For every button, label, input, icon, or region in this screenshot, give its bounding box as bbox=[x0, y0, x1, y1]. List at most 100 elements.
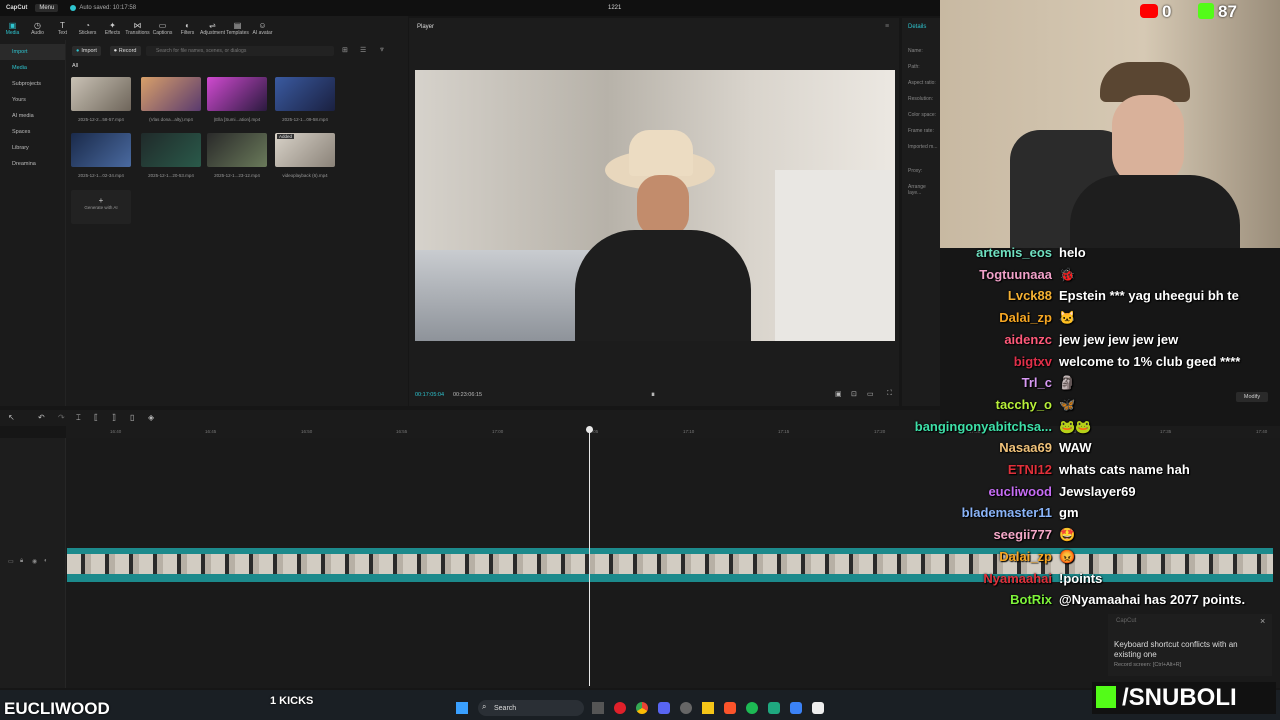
discord-icon[interactable] bbox=[658, 702, 670, 714]
split-icon[interactable]: ⌶ bbox=[76, 413, 81, 423]
current-timecode: 00:17:05:04 bbox=[415, 392, 445, 398]
tool-captions[interactable]: ▭ Captions bbox=[150, 16, 175, 40]
media-thumbnail[interactable] bbox=[275, 77, 335, 111]
taskbar-search[interactable]: ⌕ Search bbox=[478, 700, 584, 716]
tool-ai-avatar[interactable]: ☺ AI avatar bbox=[250, 16, 275, 40]
capcut-icon[interactable] bbox=[812, 702, 824, 714]
trim-left-icon[interactable]: ⟦ bbox=[94, 413, 98, 422]
sort-icon[interactable]: ☰ bbox=[360, 46, 366, 54]
sticker-icon: ◔ bbox=[85, 20, 90, 30]
detail-field: Path: bbox=[908, 64, 920, 70]
select-tool-icon[interactable]: ↖ bbox=[8, 413, 15, 422]
menu-button[interactable]: Menu bbox=[35, 4, 59, 12]
sidebar-item-subprojects[interactable]: Subprojects bbox=[0, 76, 65, 92]
media-thumbnail[interactable] bbox=[207, 133, 267, 167]
mute-icon[interactable]: ◐ bbox=[44, 558, 48, 564]
generate-with-ai-button[interactable]: + Generate with AI bbox=[71, 190, 131, 224]
track-cover-icon[interactable]: ▭ bbox=[8, 558, 14, 565]
tool-filters[interactable]: ◐ Filters bbox=[175, 16, 200, 40]
sidebar-item-media[interactable]: Media bbox=[0, 60, 65, 76]
chat-username: Nasaa69 bbox=[999, 440, 1052, 456]
delete-icon[interactable]: ▯ bbox=[130, 413, 134, 422]
taskview-icon[interactable] bbox=[592, 702, 604, 714]
tool-transitions[interactable]: ⋈ Transitions bbox=[125, 16, 150, 40]
timeline-ruler[interactable]: 16:40 16:45 16:50 16:55 17:00 17:05 17:1… bbox=[66, 426, 1280, 438]
undo-icon[interactable]: ↶ bbox=[38, 413, 45, 422]
pause-icon[interactable]: ⏸ bbox=[651, 390, 655, 400]
sidebar-item-dreamina[interactable]: Dreamina bbox=[0, 156, 65, 172]
detail-field: Resolution: bbox=[908, 96, 934, 102]
tool-text[interactable]: T Text bbox=[50, 16, 75, 40]
chat-username: bangingonyabitchsa... bbox=[914, 418, 1052, 434]
notification-toast: CapCut × Keyboard shortcut conflicts wit… bbox=[1108, 614, 1272, 676]
marker-icon[interactable]: ◈ bbox=[148, 413, 154, 422]
spotify-icon[interactable] bbox=[746, 702, 758, 714]
tool-media[interactable]: ▣ Media bbox=[0, 16, 25, 40]
filter-dropdown-icon[interactable]: ⩔ bbox=[380, 46, 384, 54]
playhead[interactable] bbox=[586, 426, 593, 686]
lock-icon[interactable]: 🔒︎ bbox=[20, 558, 23, 565]
close-icon[interactable]: × bbox=[1260, 616, 1265, 626]
brave-icon[interactable] bbox=[724, 702, 736, 714]
shelf-shape bbox=[775, 170, 895, 341]
sidebar-item-ai-media[interactable]: AI media bbox=[0, 108, 65, 124]
tool-effects[interactable]: ✦ Effects bbox=[100, 16, 125, 40]
kick-viewer-count: 87 bbox=[1218, 2, 1237, 21]
sidebar-item-spaces[interactable]: Spaces bbox=[0, 124, 65, 140]
detail-field: Color space: bbox=[908, 112, 937, 118]
transition-icon: ⋈ bbox=[133, 20, 142, 30]
chat-message: 🤩 bbox=[1059, 527, 1076, 543]
filter-all-label[interactable]: All bbox=[72, 63, 78, 69]
player-title: Player bbox=[417, 24, 435, 30]
app-icon[interactable] bbox=[768, 702, 780, 714]
ruler-tick: 17:20 bbox=[874, 429, 886, 434]
toast-detail: Record screen: [Ctrl+Alt+R] bbox=[1114, 662, 1182, 668]
track-header: ▭ 🔒︎ ◉ ◐ bbox=[0, 438, 66, 688]
redo-icon[interactable]: ↷ bbox=[58, 413, 65, 422]
audio-icon: ◷ bbox=[34, 20, 41, 30]
detail-field: Frame rate: bbox=[908, 128, 934, 134]
media-sidebar: Import Media Subprojects Yours AI media … bbox=[0, 40, 66, 406]
media-thumbnail[interactable] bbox=[141, 77, 201, 111]
opera-icon[interactable] bbox=[614, 702, 626, 714]
chat-message: 🗿 bbox=[1059, 375, 1076, 391]
record-button[interactable]: ⏺ Record bbox=[110, 46, 141, 56]
media-search-input[interactable]: Search for file names, scenes, or dialog… bbox=[146, 46, 334, 56]
media-thumbnail[interactable] bbox=[71, 133, 131, 167]
ratio-icon[interactable]: ▭ bbox=[867, 390, 874, 398]
fullscreen-icon[interactable]: ⛶ bbox=[887, 390, 892, 398]
media-thumbnail[interactable] bbox=[141, 133, 201, 167]
windows-start-icon[interactable] bbox=[456, 702, 468, 714]
media-thumbnail[interactable] bbox=[207, 77, 267, 111]
video-preview[interactable] bbox=[415, 70, 895, 341]
grid-view-icon[interactable]: ⊞ bbox=[342, 46, 348, 54]
settings-icon[interactable] bbox=[680, 702, 692, 714]
zoom-fit-icon[interactable]: ⊡ bbox=[851, 390, 857, 398]
folder-icon[interactable] bbox=[702, 702, 714, 714]
import-button[interactable]: ● Import bbox=[72, 46, 101, 56]
media-thumbnail[interactable] bbox=[71, 77, 131, 111]
chat-username: BotRix bbox=[1010, 592, 1052, 608]
tool-audio[interactable]: ◷ Audio bbox=[25, 16, 50, 40]
media-thumbnail[interactable]: Added bbox=[275, 133, 335, 167]
screenshot-icon[interactable]: ▣ bbox=[835, 390, 842, 398]
text-icon: T bbox=[60, 20, 65, 30]
chrome-icon[interactable] bbox=[636, 702, 648, 714]
tool-adjustment[interactable]: ⇌ Adjustment bbox=[200, 16, 225, 40]
toast-app: CapCut bbox=[1116, 618, 1137, 624]
tool-stickers[interactable]: ◔ Stickers bbox=[75, 16, 100, 40]
trim-right-icon[interactable]: ⟧ bbox=[112, 413, 116, 422]
app-icon[interactable] bbox=[790, 702, 802, 714]
sidebar-item-library[interactable]: Library bbox=[0, 140, 65, 156]
playhead-handle[interactable] bbox=[586, 426, 593, 433]
filter-icon: ◐ bbox=[185, 20, 190, 30]
tool-templates[interactable]: ▤ Templates bbox=[225, 16, 250, 40]
kick-icon bbox=[1198, 3, 1214, 19]
visibility-icon[interactable]: ◉ bbox=[32, 558, 37, 565]
sidebar-item-yours[interactable]: Yours bbox=[0, 92, 65, 108]
player-menu-icon[interactable]: ≡ bbox=[885, 23, 889, 30]
sidebar-item-import[interactable]: Import bbox=[0, 44, 65, 60]
ruler-tick: 16:40 bbox=[110, 429, 122, 434]
modify-button[interactable]: Modify bbox=[1236, 392, 1268, 402]
media-filename: 2025-12-1...09-58.mp4 bbox=[282, 117, 328, 122]
